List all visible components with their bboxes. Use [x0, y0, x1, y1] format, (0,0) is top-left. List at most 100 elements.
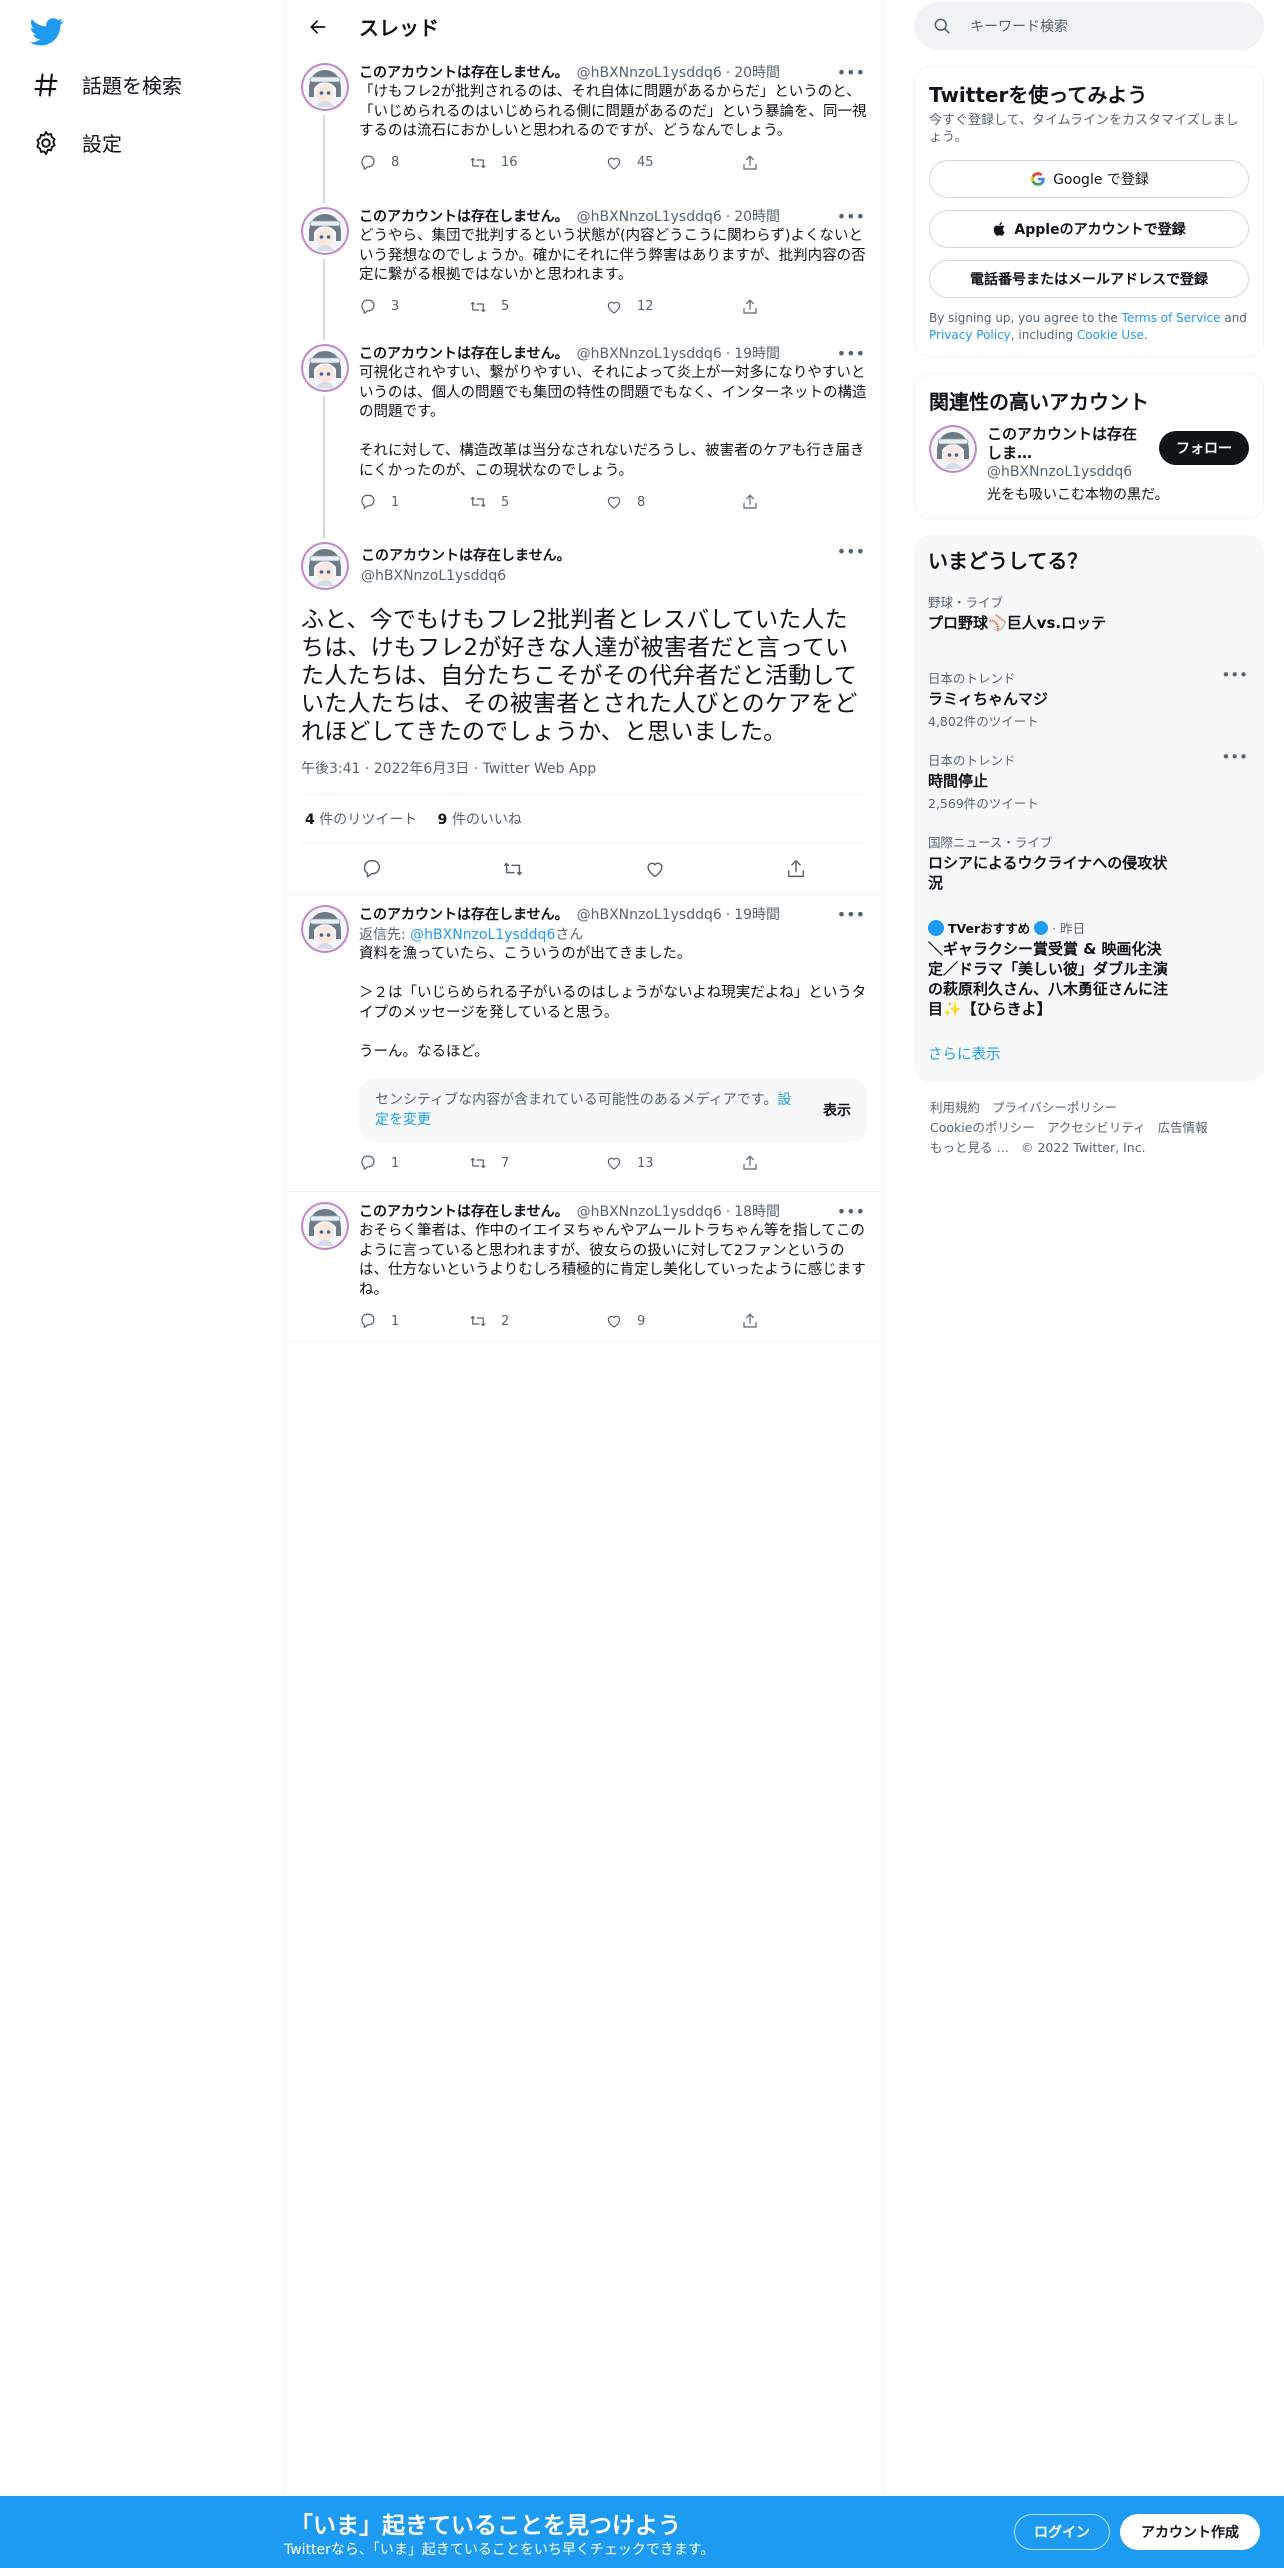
- related-account-handle[interactable]: @hBXNnzoL1ysddq6: [987, 463, 1147, 482]
- verified-badge-icon: [1034, 920, 1049, 935]
- retweet-icon[interactable]: [502, 858, 524, 880]
- author-name[interactable]: このアカウントは存在しません。: [359, 344, 569, 364]
- author-handle[interactable]: @hBXNnzoL1ysddq6: [577, 905, 722, 925]
- reply-button[interactable]: 1: [359, 1312, 469, 1330]
- reply-button[interactable]: 1: [359, 1154, 469, 1172]
- reply-icon[interactable]: [361, 858, 383, 880]
- retweets-stat[interactable]: 4 件のリツイート: [305, 812, 417, 828]
- author-name[interactable]: このアカウントは存在しません。: [359, 1202, 569, 1222]
- follow-button[interactable]: フォロー: [1159, 431, 1249, 465]
- reply-button[interactable]: 8: [359, 154, 469, 172]
- like-button[interactable]: 13: [605, 1154, 741, 1172]
- footer-ads[interactable]: 広告情報: [1158, 1120, 1208, 1135]
- like-button[interactable]: 12: [605, 298, 741, 316]
- terms-of-service-link[interactable]: Terms of Service: [1122, 311, 1221, 325]
- search-box[interactable]: キーワード検索: [914, 2, 1264, 50]
- trend-item[interactable]: 日本のトレンド ラミィちゃんマジ 4,802件のツイート •••: [928, 656, 1250, 738]
- retweet-button[interactable]: 16: [469, 154, 605, 172]
- like-button[interactable]: 45: [605, 154, 741, 172]
- share-button[interactable]: [741, 154, 851, 172]
- tweet-time[interactable]: 20時間: [734, 207, 780, 227]
- phone-email-signup-button[interactable]: 電話番号またはメールアドレスで登録: [929, 260, 1249, 298]
- trend-item[interactable]: 野球・ライブ プロ野球⚾巨人vs.ロッテ: [928, 578, 1250, 656]
- cookie-use-link[interactable]: Cookie Use: [1077, 328, 1144, 342]
- avatar[interactable]: [301, 344, 349, 392]
- likes-stat[interactable]: 9 件のいいね: [438, 812, 522, 828]
- tweet-time[interactable]: 19時間: [734, 344, 780, 364]
- login-button[interactable]: ログイン: [1014, 2514, 1110, 2550]
- more-options-icon[interactable]: •••: [837, 344, 865, 363]
- reply-tweet[interactable]: このアカウントは存在しません。 @hBXNnzoL1ysddq6 · 19時間 …: [285, 895, 883, 1192]
- reply-button[interactable]: 3: [359, 298, 469, 316]
- privacy-policy-link[interactable]: Privacy Policy: [929, 328, 1011, 342]
- author-handle[interactable]: @hBXNnzoL1ysddq6: [577, 1202, 722, 1222]
- trend-count: 2,569件のツイート: [928, 796, 1039, 811]
- like-button[interactable]: 9: [605, 1312, 741, 1330]
- more-options-icon[interactable]: •••: [837, 207, 865, 226]
- footer-privacy[interactable]: プライバシーポリシー: [992, 1100, 1117, 1115]
- share-button[interactable]: [741, 298, 851, 316]
- more-options-icon[interactable]: •••: [837, 63, 865, 82]
- back-arrow-icon[interactable]: [301, 10, 335, 44]
- nav-explore[interactable]: 話題を検索: [32, 70, 182, 99]
- author-name[interactable]: このアカウントは存在しません。: [361, 546, 571, 566]
- more-options-icon[interactable]: •••: [837, 542, 865, 561]
- share-button[interactable]: [741, 1154, 851, 1172]
- thread-tweet[interactable]: このアカウントは存在しません。 @hBXNnzoL1ysddq6 · 19時間 …: [285, 334, 883, 538]
- retweet-button[interactable]: 5: [469, 493, 605, 511]
- reply-to-handle[interactable]: @hBXNnzoL1ysddq6: [410, 927, 555, 943]
- avatar[interactable]: [301, 207, 349, 255]
- author-handle[interactable]: @hBXNnzoL1ysddq6: [577, 344, 722, 364]
- thread-tweet[interactable]: このアカウントは存在しません。 @hBXNnzoL1ysddq6 · 20時間 …: [285, 197, 883, 340]
- trend-item[interactable]: 国際ニュース・ライブ ロシアによるウクライナへの侵攻状況: [928, 820, 1168, 906]
- apple-signup-button[interactable]: Appleのアカウントで登録: [929, 210, 1249, 248]
- share-button[interactable]: [741, 1312, 851, 1330]
- heart-icon: [607, 496, 621, 509]
- tweet-time[interactable]: 18時間: [734, 1202, 780, 1222]
- show-more-link[interactable]: さらに表示: [928, 1031, 1250, 1070]
- like-button[interactable]: 8: [605, 493, 741, 511]
- author-handle[interactable]: @hBXNnzoL1ysddq6: [577, 207, 722, 227]
- author-handle[interactable]: @hBXNnzoL1ysddq6: [577, 63, 722, 83]
- avatar[interactable]: [301, 542, 349, 590]
- tweet-header: このアカウントは存在しません。 @hBXNnzoL1ysddq6 · 20時間: [359, 207, 867, 227]
- footer-more[interactable]: もっと見る …: [930, 1140, 1009, 1155]
- footer-accessibility[interactable]: アクセシビリティ: [1047, 1120, 1146, 1135]
- promoted-trend[interactable]: TVerおすすめ · 昨日 ＼ギャラクシー賞受賞 & 映画化決定／ドラマ「美しい…: [928, 906, 1173, 1031]
- reply-tweet[interactable]: このアカウントは存在しません。 @hBXNnzoL1ysddq6 · 18時間 …: [285, 1192, 883, 1342]
- footer-terms[interactable]: 利用規約: [930, 1100, 980, 1115]
- show-media-button[interactable]: 表示: [823, 1100, 851, 1120]
- tweet-time[interactable]: 20時間: [734, 63, 780, 83]
- twitter-logo-icon[interactable]: [30, 14, 70, 50]
- author-name[interactable]: このアカウントは存在しません。: [359, 207, 569, 227]
- trend-item[interactable]: 日本のトレンド 時間停止 2,569件のツイート •••: [928, 738, 1250, 820]
- reply-button[interactable]: 1: [359, 493, 469, 511]
- author-handle[interactable]: @hBXNnzoL1ysddq6: [361, 566, 571, 586]
- footer-cookie[interactable]: Cookieのポリシー: [930, 1120, 1035, 1135]
- more-options-icon[interactable]: •••: [837, 1202, 865, 1221]
- related-account-name[interactable]: このアカウントは存在しま…: [987, 425, 1147, 463]
- avatar[interactable]: [301, 63, 349, 111]
- tweet-time-dot: ·: [725, 1204, 731, 1220]
- thread-tweet[interactable]: このアカウントは存在しません。 @hBXNnzoL1ysddq6 · 20時間 …: [285, 53, 883, 203]
- share-button[interactable]: [741, 493, 851, 511]
- more-options-icon[interactable]: •••: [837, 905, 865, 924]
- retweet-button[interactable]: 5: [469, 298, 605, 316]
- google-signup-button[interactable]: Google で登録: [929, 160, 1249, 198]
- avatar[interactable]: [301, 905, 349, 953]
- tweet-timestamp[interactable]: 午後3:41 · 2022年6月3日 · Twitter Web App: [301, 758, 867, 795]
- more-options-icon[interactable]: •••: [1221, 666, 1248, 684]
- nav-settings[interactable]: 設定: [32, 128, 122, 157]
- share-icon[interactable]: [785, 858, 807, 880]
- retweet-button[interactable]: 7: [469, 1154, 605, 1172]
- heart-icon[interactable]: [644, 858, 666, 880]
- avatar[interactable]: [301, 1202, 349, 1250]
- more-options-icon[interactable]: •••: [1221, 748, 1248, 766]
- avatar[interactable]: [929, 425, 977, 473]
- retweet-button[interactable]: 2: [469, 1312, 605, 1330]
- author-name[interactable]: このアカウントは存在しません。: [359, 905, 569, 925]
- related-account[interactable]: このアカウントは存在しま… @hBXNnzoL1ysddq6 フォロー: [929, 425, 1249, 482]
- signup-button[interactable]: アカウント作成: [1120, 2514, 1260, 2550]
- tweet-time[interactable]: 19時間: [734, 905, 780, 925]
- author-name[interactable]: このアカウントは存在しません。: [359, 63, 569, 83]
